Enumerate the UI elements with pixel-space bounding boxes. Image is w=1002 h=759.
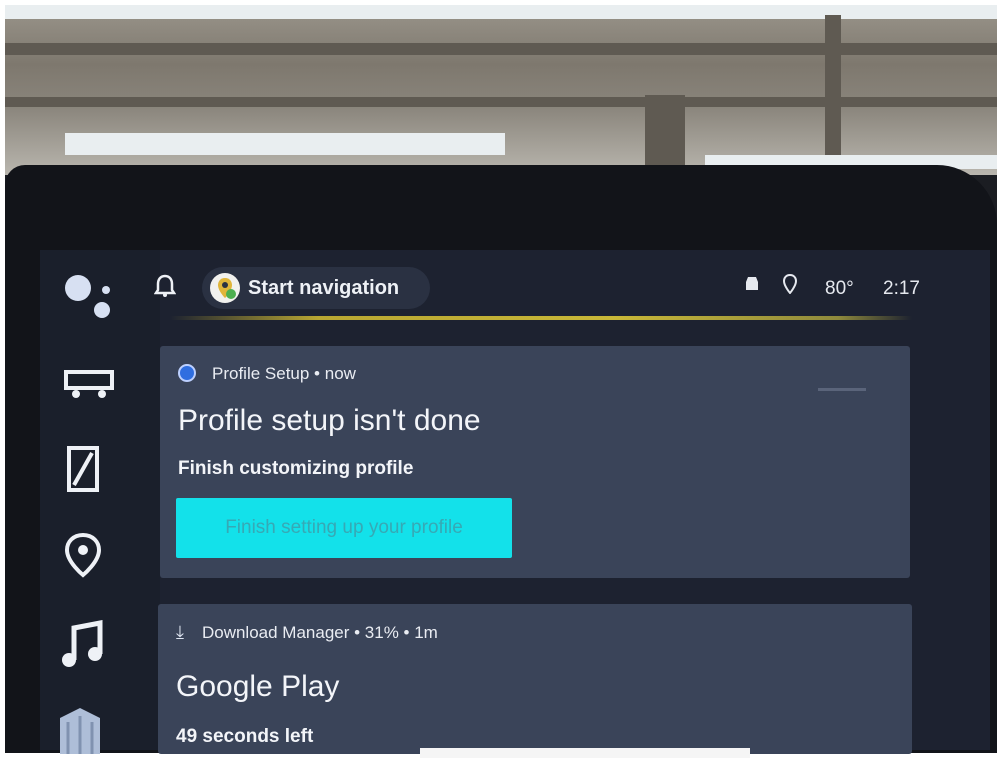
status-divider [170, 316, 912, 320]
clock: 2:17 [883, 278, 920, 299]
download-icon: ⤓ [176, 622, 184, 642]
navigation-pin-icon [210, 273, 240, 303]
notification-header: Profile Setup • now [212, 364, 356, 383]
status-bar: Start navigation 80° 2:17 [140, 262, 920, 314]
location-status-icon [782, 273, 803, 299]
location-pin-icon[interactable] [64, 532, 102, 583]
vehicle-icon[interactable] [62, 366, 116, 407]
start-navigation-label: Start navigation [248, 277, 400, 299]
notification-title: Google Play [176, 670, 340, 703]
profile-setup-icon [178, 364, 196, 382]
music-note-icon[interactable] [60, 619, 106, 675]
start-navigation-button[interactable]: Start navigation [202, 267, 430, 309]
download-progress-bar [420, 748, 750, 758]
drag-handle[interactable] [818, 388, 866, 391]
bell-icon[interactable] [153, 274, 177, 303]
finish-profile-button[interactable]: Finish setting up your profile [176, 498, 512, 558]
buildings-icon[interactable] [54, 704, 104, 759]
status-indicators: 80° 2:17 [728, 273, 920, 300]
assistant-icon[interactable] [62, 272, 118, 327]
notification-header: Download Manager • 31% • 1m [201, 623, 438, 642]
notification-card-profile[interactable]: Profile Setup • now Profile setup isn't … [160, 346, 910, 578]
notification-card-download[interactable]: ⤓ Download Manager • 31% • 1m Google Play… [158, 604, 912, 754]
notification-subtitle: Finish customizing profile [178, 458, 414, 479]
car-status-icon [742, 277, 767, 299]
phone-icon[interactable] [66, 445, 102, 498]
temperature-readout: 80° [825, 278, 854, 299]
notification-title: Profile setup isn't done [178, 404, 481, 437]
ceiling-background [5, 5, 997, 175]
notification-subtitle: 49 seconds left [176, 726, 314, 747]
